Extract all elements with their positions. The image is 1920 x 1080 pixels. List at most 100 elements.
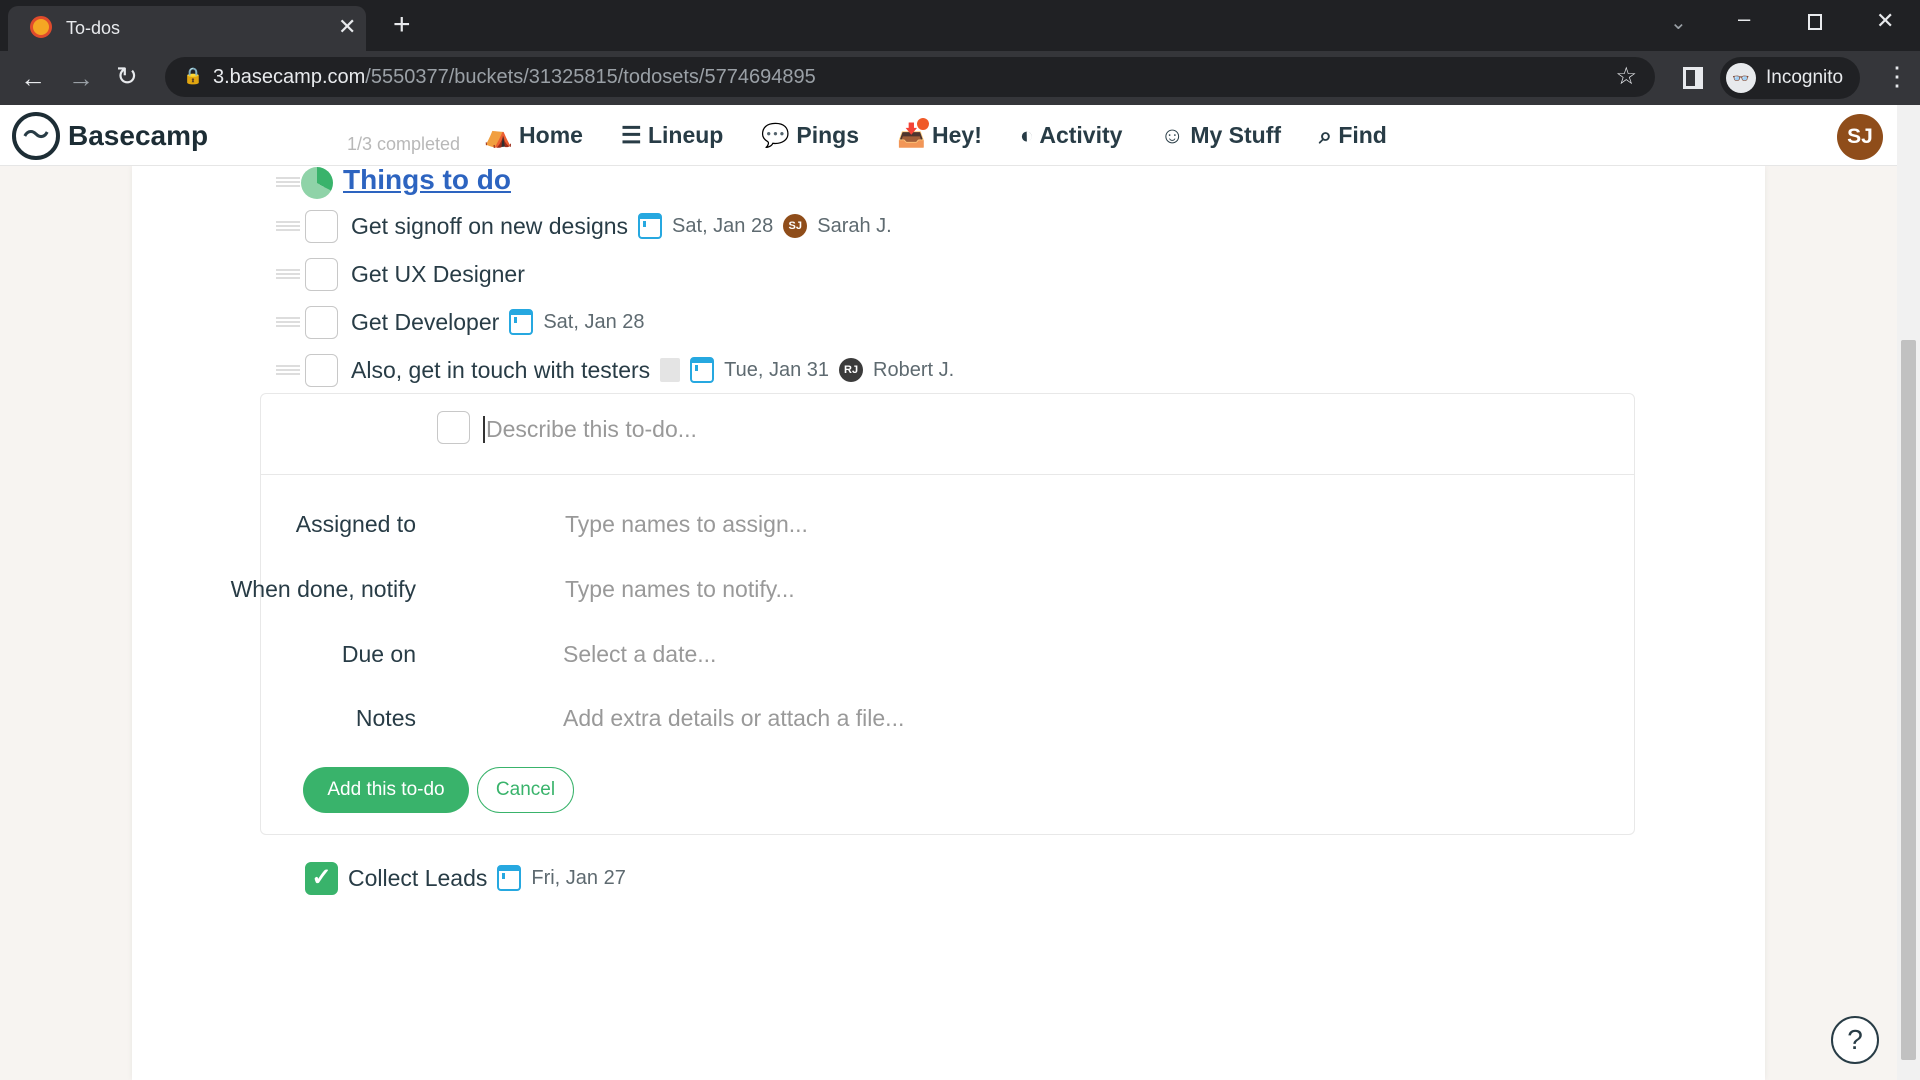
activity-icon: ◐ [1019,122,1034,148]
notes-label: Notes [355,705,416,731]
drag-handle-icon[interactable] [276,269,300,279]
incognito-badge[interactable]: 👓 Incognito [1720,57,1860,99]
todo-checkbox[interactable] [305,353,338,387]
new-todo-checkbox [437,411,470,444]
nav-label: Pings [796,122,859,148]
url-field[interactable]: 🔒 3.basecamp.com/5550377/buckets/3132581… [165,57,1655,97]
reload-icon[interactable]: ↻ [116,61,138,92]
close-window-icon[interactable]: ✕ [1876,8,1894,34]
notes-input[interactable]: Add extra details or attach a file... [563,705,904,732]
basecamp-logo-icon: 〜 [12,111,60,160]
todo-description-input[interactable]: Describe this to-do... [483,416,1583,443]
calendar-icon [497,865,522,891]
main-nav: ⛺ Home ☰ Lineup 💬 Pings 📥 Hey! ◐ Activit… [484,105,1387,166]
minimize-icon[interactable]: – [1738,6,1750,32]
calendar-icon [638,213,663,239]
assignee-name: Robert J. [873,358,955,381]
cancel-button[interactable]: Cancel [477,767,574,813]
todo-item: Get signoff on new designs Sat, Jan 28 SJ S… [132,206,1332,246]
nav-label: My Stuff [1190,122,1282,148]
address-bar-row: ← → ↻ 🔒 3.basecamp.com/5550377/buckets/3… [0,51,1920,105]
profile-label: Incognito [1766,67,1844,88]
todo-text[interactable]: Also, get in touch with testers [351,357,650,384]
notify-label: When done, notify [230,576,416,602]
drag-handle-icon[interactable] [276,317,300,327]
restore-icon[interactable] [1808,14,1822,30]
browser-tab[interactable]: To-dos ✕ [8,6,366,51]
todo-checkbox[interactable] [305,305,338,339]
nav-pings[interactable]: 💬 Pings [761,122,859,149]
notes-icon [660,358,681,382]
due-on-label: Due on [341,641,416,667]
todo-checkbox-checked[interactable]: ✓ [305,861,338,895]
assigned-to-label: Assigned to [295,511,416,537]
due-date: Sat, Jan 28 [543,310,645,333]
drag-handle-icon[interactable] [276,365,300,375]
due-date: Tue, Jan 31 [724,358,830,381]
browser-menu-icon[interactable]: ⋮ [1884,61,1910,92]
basecamp-header: 〜 Basecamp ⛺ Home ☰ Lineup 💬 Pings 📥 Hey… [0,105,1897,166]
nav-label: Activity [1039,122,1123,148]
lineup-icon: ☰ [620,122,642,148]
browser-tab-bar: To-dos ✕ + ⌄ – ✕ [0,0,1920,51]
nav-my-stuff[interactable]: ☺ My Stuff [1160,122,1281,149]
drag-handle-icon[interactable] [276,177,300,187]
new-tab-icon[interactable]: + [393,8,411,42]
divider [261,474,1634,475]
notification-dot [917,118,929,130]
todo-text[interactable]: Get UX Designer [351,261,525,288]
tab-search-icon[interactable]: ⌄ [1670,10,1687,35]
todo-checkbox[interactable] [305,209,338,243]
basecamp-favicon [30,16,52,38]
todo-text[interactable]: Get signoff on new designs [351,213,628,240]
drag-handle-icon[interactable] [276,221,300,231]
todo-list-card: Things to do Get signoff on new designs S… [132,164,1765,1080]
todo-item: Get Developer Sat, Jan 28 [132,302,1332,342]
due-date-input[interactable]: Select a date... [563,641,716,668]
home-icon: ⛺ [484,122,513,148]
completed-todo-item: ✓ Collect Leads Fri, Jan 27 [132,858,1332,898]
nav-label: Hey! [932,122,982,148]
url-path: /5550377/buckets/31325815/todosets/57746… [365,66,816,88]
avatar: SJ [783,214,808,238]
notify-input[interactable]: Type names to notify... [565,576,795,603]
todo-text[interactable]: Collect Leads [348,865,487,892]
basecamp-logo[interactable]: 〜 Basecamp [12,105,208,166]
assigned-to-input[interactable]: Type names to assign... [565,511,808,538]
todolist-title-link[interactable]: Things to do [343,164,511,196]
nav-label: Find [1338,122,1387,148]
side-panel-icon[interactable] [1683,67,1703,89]
tab-title: To-dos [66,18,121,38]
todo-item: Get UX Designer [132,254,1332,294]
nav-find[interactable]: ⌕ Find [1319,122,1387,149]
back-icon[interactable]: ← [20,63,46,94]
help-button[interactable]: ? [1831,1016,1879,1064]
avatar: RJ [839,358,864,382]
incognito-icon: 👓 [1726,63,1756,93]
smiley-icon: ☺ [1160,122,1184,148]
nav-label: Home [519,122,583,148]
nav-lineup[interactable]: ☰ Lineup [621,122,723,149]
bookmark-star-icon[interactable]: ☆ [1615,57,1637,97]
new-todo-form: Describe this to-do... Assigned to Type … [231,393,1635,835]
nav-activity[interactable]: ◐ Activity [1020,122,1123,149]
nav-home[interactable]: ⛺ Home [484,122,583,149]
forward-icon[interactable]: → [68,63,94,94]
scrollbar[interactable] [1897,105,1920,1080]
due-date: Sat, Jan 28 [672,214,774,237]
nav-label: Lineup [647,122,724,148]
nav-hey[interactable]: 📥 Hey! [897,118,982,149]
todo-item: Also, get in touch with testers Tue, Jan … [132,350,1332,390]
progress-text: 1/3 completed [347,134,461,154]
scrollbar-thumb[interactable] [1901,340,1916,1060]
todo-text[interactable]: Get Developer [351,309,499,336]
logo-text: Basecamp [68,119,209,151]
close-tab-icon[interactable]: ✕ [338,14,356,40]
avatar[interactable]: SJ [1837,114,1883,160]
lock-icon: 🔒 [183,68,203,85]
assignee-name: Sarah J. [817,214,892,237]
add-todo-button[interactable]: Add this to-do [303,767,469,813]
todo-checkbox[interactable] [305,257,338,291]
due-date: Fri, Jan 27 [531,866,626,889]
calendar-icon [690,357,715,383]
